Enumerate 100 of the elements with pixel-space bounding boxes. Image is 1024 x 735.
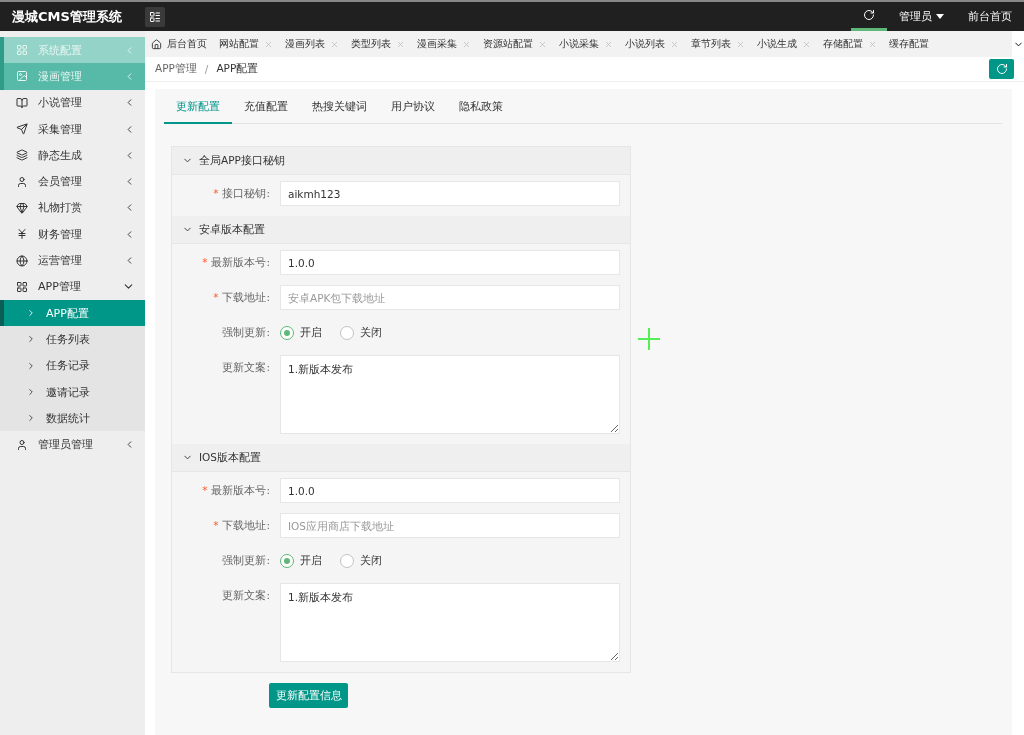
breadcrumb-separator: /	[204, 63, 209, 75]
app-logo: 漫城CMS管理系统	[11, 7, 123, 26]
chevron-right-icon	[26, 413, 36, 424]
home-icon	[151, 38, 162, 50]
radio-option[interactable]: 开启	[280, 553, 322, 568]
input-field[interactable]: IOS应用商店下载地址	[280, 513, 620, 538]
page-tab[interactable]: 章节列表	[685, 31, 751, 57]
close-icon[interactable]	[462, 39, 471, 49]
page-tab[interactable]: 漫画采集	[411, 31, 477, 57]
close-icon[interactable]	[264, 39, 273, 49]
field-label: 接口秘钥:	[222, 187, 270, 199]
section-header[interactable]: 全局APP接口秘钥	[172, 147, 630, 175]
user-icon	[16, 438, 28, 451]
admin-menu[interactable]: 管理员	[887, 9, 956, 24]
radio-button[interactable]	[280, 553, 294, 568]
settings-tab[interactable]: 用户协议	[379, 100, 447, 124]
page-tab[interactable]: 后台首页	[145, 31, 213, 57]
section-header[interactable]: 安卓版本配置	[172, 216, 630, 244]
breadcrumb-link[interactable]: APP配置	[216, 62, 259, 76]
paper-plane-icon	[16, 123, 28, 136]
chevron-right-icon	[26, 387, 36, 397]
page-tab[interactable]: 小说采集	[553, 31, 619, 57]
sidebar-item[interactable]: APP管理	[0, 273, 145, 300]
sidebar-item[interactable]: 运营管理	[0, 247, 145, 274]
field-label: 最新版本号:	[211, 256, 270, 268]
sidebar-subitem[interactable]: APP配置	[0, 299, 145, 327]
tabs-more-button[interactable]	[1012, 31, 1024, 57]
sidebar-subitem[interactable]: 数据统计	[0, 405, 145, 432]
refresh-icon	[995, 63, 1008, 75]
settings-tab[interactable]: 热搜关键词	[300, 100, 379, 124]
grid-icon	[16, 44, 28, 57]
field-label: 强制更新:	[222, 326, 270, 338]
close-icon[interactable]	[538, 39, 547, 49]
chevron-right-icon	[26, 360, 36, 371]
sidebar-item[interactable]: 小说管理	[0, 89, 145, 116]
submit-button[interactable]: 更新配置信息	[269, 683, 348, 708]
page-tab[interactable]: 漫画列表	[279, 31, 345, 57]
textarea-field[interactable]: 1.新版本发布	[280, 355, 620, 434]
sidebar-item[interactable]: 财务管理	[0, 221, 145, 248]
sidebar-item[interactable]: 会员管理	[0, 168, 145, 195]
sidebar-item[interactable]: 礼物打赏	[0, 194, 145, 222]
book-icon	[16, 96, 28, 109]
close-icon[interactable]	[396, 39, 405, 49]
sidebar-item[interactable]: 采集管理	[0, 115, 145, 143]
textarea-field[interactable]: 1.新版本发布	[280, 583, 620, 662]
menu-icon	[149, 10, 161, 23]
radio-option[interactable]: 关闭	[340, 325, 382, 340]
refresh-button[interactable]	[989, 59, 1014, 79]
field-label: 更新文案:	[222, 361, 270, 373]
menu-toggle-button[interactable]	[145, 6, 165, 27]
settings-tab[interactable]: 充值配置	[232, 100, 300, 124]
sidebar-subitem[interactable]: 邀请记录	[0, 378, 145, 406]
radio-button[interactable]	[340, 325, 354, 340]
radio-option[interactable]: 开启	[280, 325, 322, 340]
close-icon[interactable]	[604, 39, 613, 49]
sidebar-item[interactable]: 静态生成	[0, 142, 145, 169]
page-tab[interactable]: 资源站配置	[477, 31, 553, 57]
required-mark: *	[202, 484, 208, 496]
field-label: 强制更新:	[222, 554, 270, 566]
required-mark: *	[213, 187, 219, 199]
sidebar-item[interactable]: 管理员管理	[0, 431, 145, 458]
field-label: 下载地址:	[222, 519, 270, 531]
sidebar-subitem[interactable]: 任务记录	[0, 352, 145, 379]
yen-icon	[16, 228, 28, 241]
chevron-right-icon	[26, 334, 36, 345]
page-tab[interactable]: 缓存配置	[883, 31, 935, 57]
close-icon[interactable]	[670, 39, 679, 49]
required-mark: *	[213, 291, 219, 303]
page-tab[interactable]: 存储配置	[817, 31, 883, 57]
close-icon[interactable]	[330, 39, 339, 49]
frontpage-link[interactable]: 前台首页	[956, 9, 1024, 24]
close-icon[interactable]	[802, 39, 811, 49]
input-field[interactable]: 安卓APK包下载地址	[280, 285, 620, 310]
section-header[interactable]: IOS版本配置	[172, 444, 630, 472]
globe-icon	[16, 254, 28, 267]
radio-option[interactable]: 关闭	[340, 553, 382, 568]
sidebar-subitem[interactable]: 任务列表	[0, 326, 145, 353]
breadcrumb-link[interactable]: APP管理	[155, 62, 197, 76]
settings-tab[interactable]: 隐私政策	[447, 100, 515, 124]
page-tab[interactable]: 小说列表	[619, 31, 685, 57]
radio-button[interactable]	[280, 325, 294, 340]
refresh-icon	[863, 9, 875, 21]
input-field[interactable]: aikmh123	[280, 181, 620, 206]
section-title: 全局APP接口秘钥	[199, 153, 285, 168]
page-tab[interactable]: 小说生成	[751, 31, 817, 57]
section-title: IOS版本配置	[199, 450, 262, 465]
page-tab[interactable]: 网站配置	[213, 31, 279, 57]
caret-icon	[936, 14, 944, 19]
close-icon[interactable]	[736, 39, 745, 49]
settings-tab[interactable]: 更新配置	[164, 100, 232, 124]
radio-button[interactable]	[340, 553, 354, 568]
field-label: 最新版本号:	[211, 484, 270, 496]
diamond-icon	[16, 201, 28, 214]
field-label: 更新文案:	[222, 589, 270, 601]
field-label: 下载地址:	[222, 291, 270, 303]
crosshair-cursor-icon	[638, 328, 660, 350]
close-icon[interactable]	[868, 39, 877, 49]
input-field[interactable]: 1.0.0	[280, 478, 620, 503]
input-field[interactable]: 1.0.0	[280, 250, 620, 275]
page-tab[interactable]: 类型列表	[345, 31, 411, 57]
